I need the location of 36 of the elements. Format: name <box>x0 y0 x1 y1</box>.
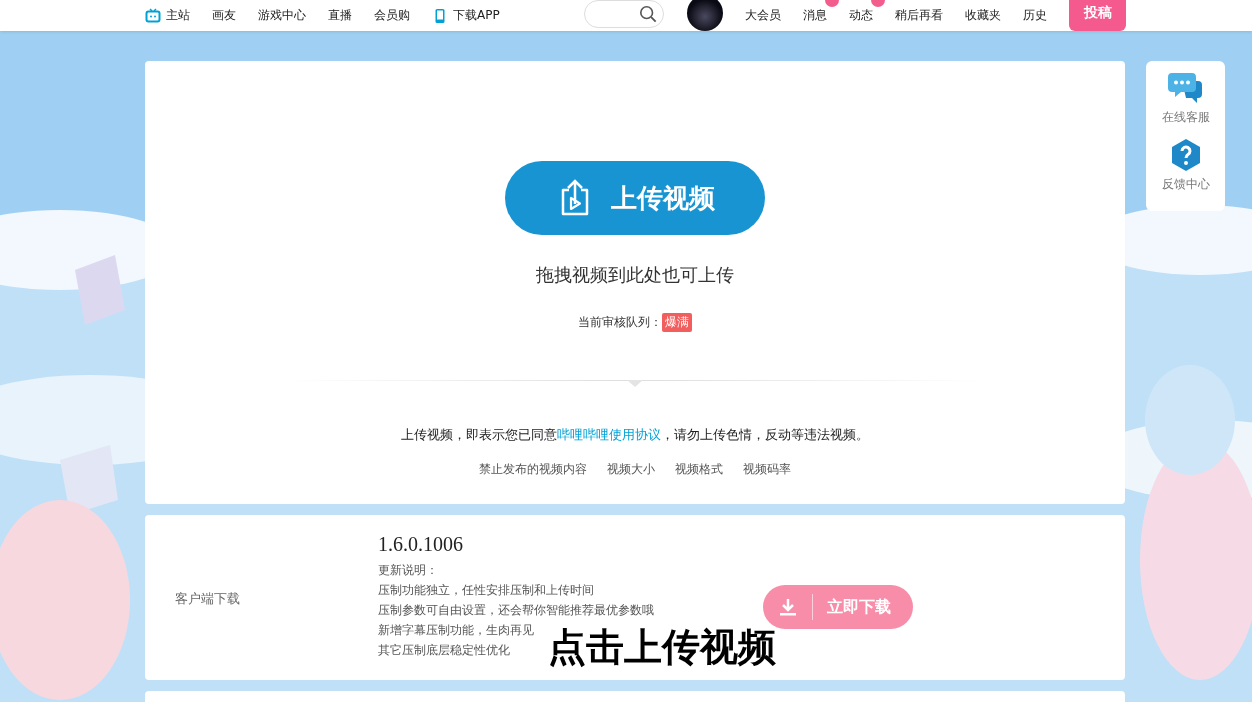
nav-link[interactable]: 收藏夹 <box>965 7 1001 24</box>
nav-link[interactable]: 大会员 <box>745 7 781 24</box>
tv-icon <box>145 7 161 24</box>
rule-link[interactable]: 视频大小 <box>607 461 655 478</box>
nav-link[interactable]: 游戏中心 <box>258 7 306 24</box>
client-label: 客户端下载 <box>175 590 240 608</box>
nav-link[interactable]: 历史 <box>1023 7 1047 24</box>
nav-link[interactable]: 稍后再看 <box>895 7 943 24</box>
nav-link[interactable]: 消息 <box>803 7 827 24</box>
rule-link[interactable]: 视频格式 <box>675 461 723 478</box>
version-number: 1.6.0.1006 <box>378 533 463 556</box>
phone-icon <box>432 7 448 24</box>
nav-link[interactable]: 会员购 <box>374 7 410 24</box>
nav-link[interactable]: 主站 <box>145 7 190 24</box>
avatar[interactable] <box>687 0 723 31</box>
search-icon <box>639 4 657 23</box>
note-line: 其它压制底层稳定性优化 <box>378 642 510 659</box>
note-line: 压制功能独立，任性安排压制和上传时间 <box>378 582 594 599</box>
nav-link[interactable]: 下载APP <box>432 7 500 24</box>
note-line: 压制参数可自由设置，还会帮你智能推荐最优参数哦 <box>378 602 654 619</box>
nav-link[interactable]: 动态 <box>849 7 873 24</box>
notes-title: 更新说明： <box>378 562 438 579</box>
queue-label: 当前审核队列： <box>578 314 662 331</box>
queue-status-tag: 爆满 <box>662 313 692 332</box>
drag-hint: 拖拽视频到此处也可上传 <box>536 263 734 287</box>
agreement-text: 上传视频，即表示您已同意哔哩哔哩使用协议，请勿上传色情，反动等违法视频。 <box>401 426 869 444</box>
nav-link[interactable]: 画友 <box>212 7 236 24</box>
divider-notch <box>627 380 643 387</box>
note-line: 新增字幕压制功能，生肉再见 <box>378 622 534 639</box>
rule-link[interactable]: 禁止发布的视频内容 <box>479 461 587 478</box>
nav-link[interactable]: 直播 <box>328 7 352 24</box>
download-icon <box>778 597 798 617</box>
rule-link[interactable]: 视频码率 <box>743 461 791 478</box>
side-link[interactable]: 反馈中心 <box>1161 138 1210 193</box>
side-link[interactable]: 在线客服 <box>1161 71 1210 126</box>
chat-icon <box>1167 71 1204 105</box>
